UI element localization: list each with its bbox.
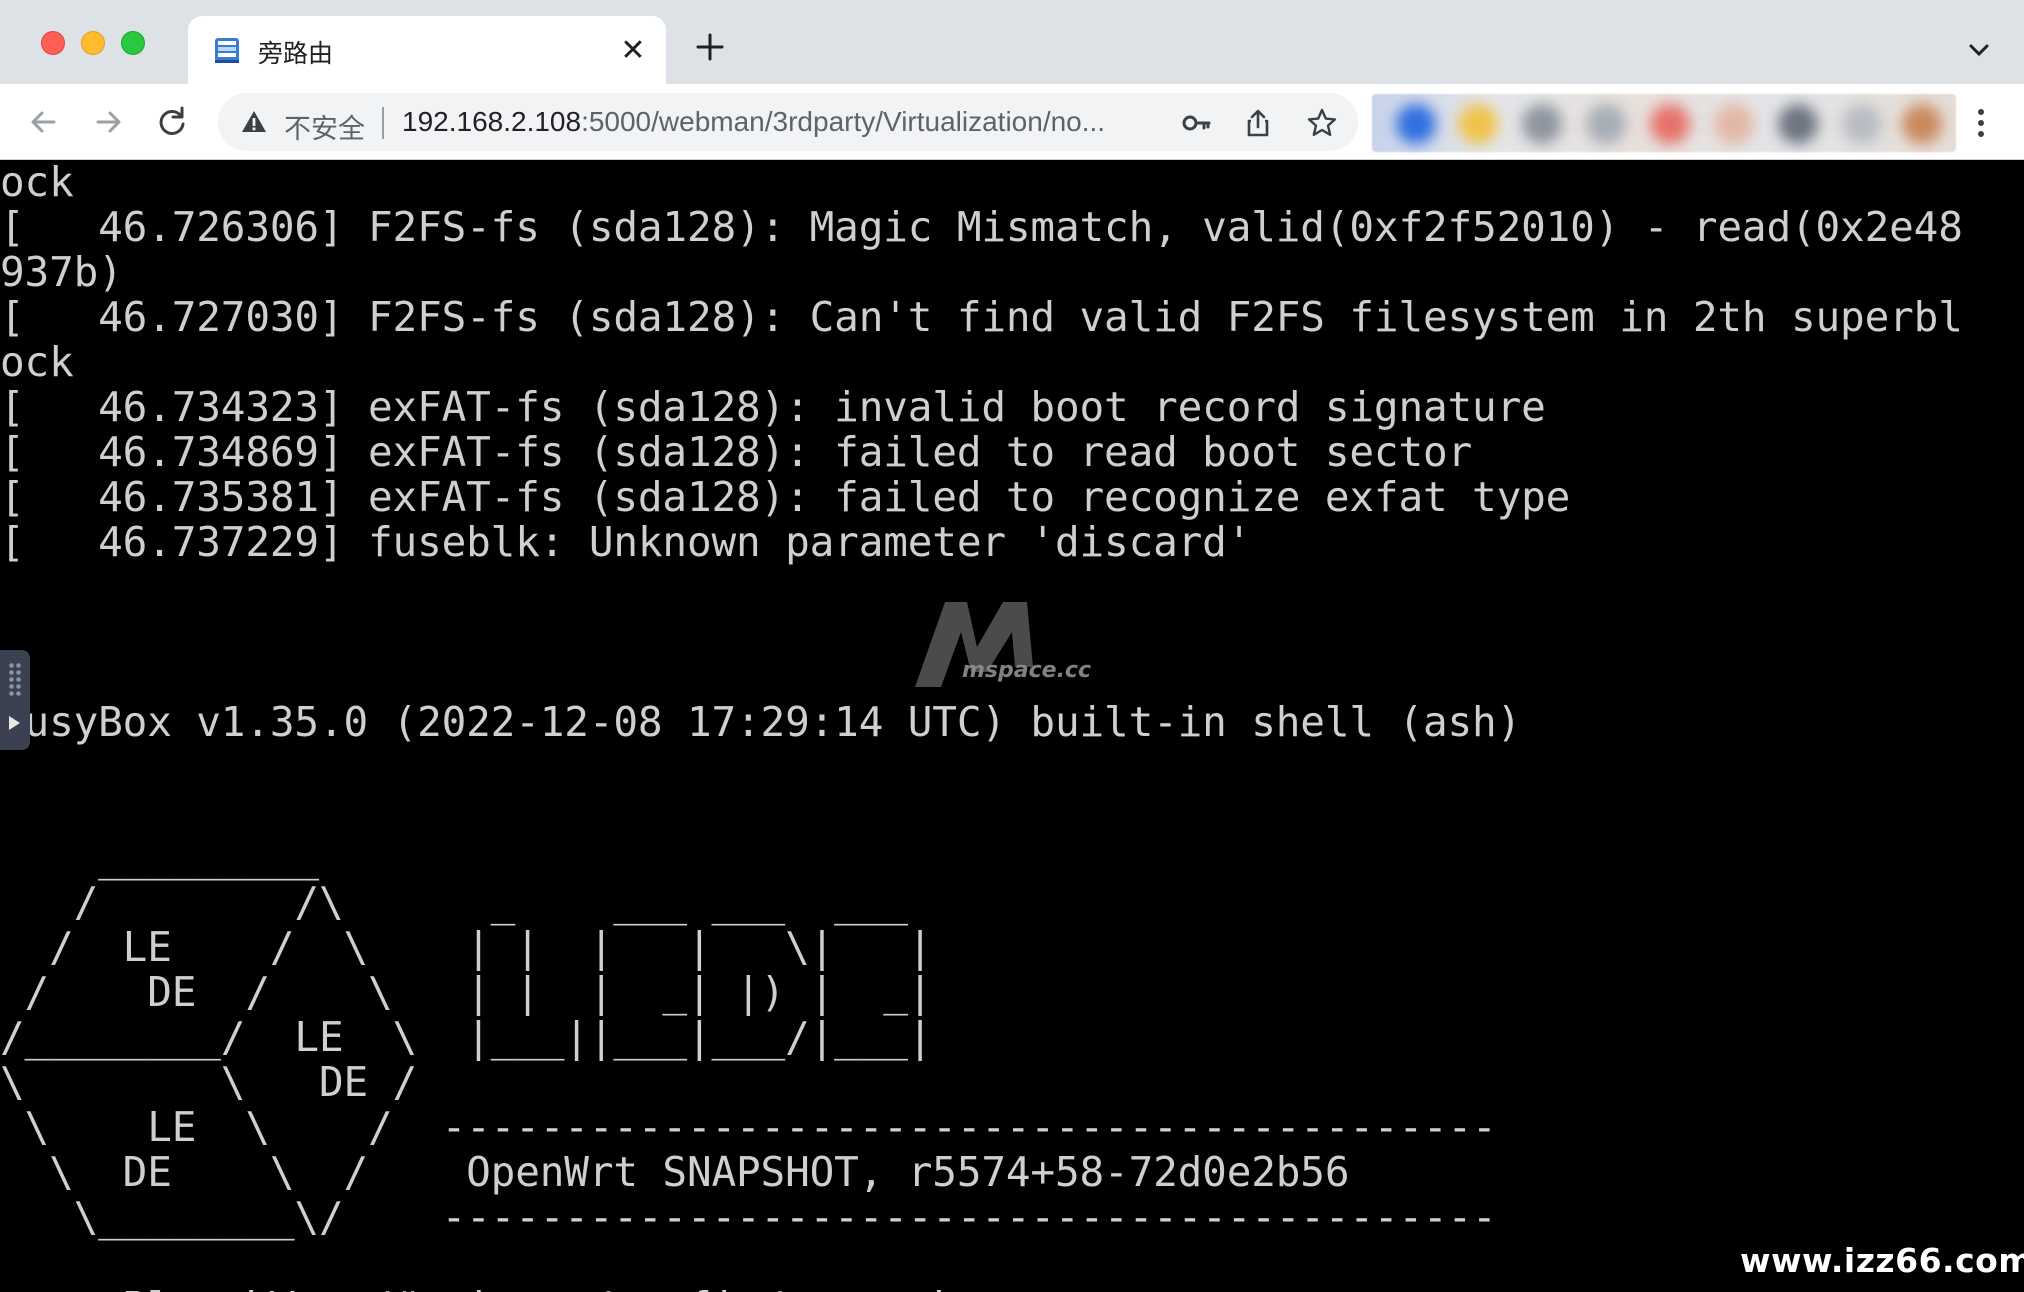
extension-icon[interactable] xyxy=(1522,104,1562,144)
extension-icon[interactable] xyxy=(1902,104,1942,144)
browser-toolbar: 不安全 192.168.2.108:5000/webman/3rdparty/V… xyxy=(0,84,2024,160)
terminal-line: BusyBox v1.35.0 (2022-12-08 17:29:14 UTC… xyxy=(0,698,1522,746)
terminal-line: [ 46.726306] F2FS-fs (sda128): Magic Mis… xyxy=(0,203,1963,251)
window-maximize-button[interactable] xyxy=(121,31,145,55)
console-control-bar-handle[interactable] xyxy=(0,650,30,750)
window-close-button[interactable] xyxy=(41,31,65,55)
security-status-label[interactable]: 不安全 xyxy=(284,107,365,146)
terminal-command: root@BleachWrt:/# vi etc/config/network xyxy=(0,1283,957,1292)
watermark-site-text: www.izz66.com xyxy=(1740,1241,2024,1280)
key-icon[interactable] xyxy=(1180,107,1212,139)
share-icon[interactable] xyxy=(1242,107,1274,139)
synology-dsm-icon xyxy=(215,38,239,63)
window-minimize-button[interactable] xyxy=(81,31,105,55)
terminal-line: [ 46.737229] fuseblk: Unknown parameter … xyxy=(0,518,1252,566)
terminal-prompt-line[interactable]: root@BleachWrt:/# vi etc/config/network xyxy=(0,1285,1963,1292)
forward-button[interactable] xyxy=(88,102,128,142)
terminal-line: 937b) xyxy=(0,248,123,296)
address-bar[interactable]: 不安全 192.168.2.108:5000/webman/3rdparty/V… xyxy=(218,93,1358,151)
terminal-line: /________/ LE \ |___||___|___/|___| xyxy=(0,1013,933,1061)
terminal-line: / /\ _ ___ ___ ___ xyxy=(0,878,908,926)
plus-icon[interactable] xyxy=(693,30,727,64)
terminal-line: ock xyxy=(0,338,74,386)
terminal-line: \ LE \ / -------------------------------… xyxy=(0,1103,1497,1151)
browser-titlebar: 旁路由 ✕ xyxy=(0,0,2024,84)
vm-console-terminal[interactable]: ock[ 46.726306] F2FS-fs (sda128): Magic … xyxy=(0,160,2024,1292)
extension-icon[interactable] xyxy=(1778,104,1818,144)
extensions-area xyxy=(1372,94,1956,152)
drag-handle-icon xyxy=(8,662,22,698)
omnibox-divider xyxy=(382,107,384,139)
terminal-line: [ 46.734323] exFAT-fs (sda128): invalid … xyxy=(0,383,1546,431)
star-icon[interactable] xyxy=(1306,107,1338,139)
play-arrow-icon xyxy=(9,716,20,730)
extension-icon[interactable] xyxy=(1586,104,1626,144)
url-host: 192.168.2.108 xyxy=(402,106,582,137)
url-path: :5000/webman/3rdparty/Virtualization/no.… xyxy=(581,106,1106,137)
warning-icon xyxy=(242,111,266,132)
terminal-output: ock[ 46.726306] F2FS-fs (sda128): Magic … xyxy=(0,160,1963,1292)
back-button[interactable] xyxy=(24,102,64,142)
terminal-line: \ DE \ / OpenWrt SNAPSHOT, r5574+58-72d0… xyxy=(0,1148,1350,1196)
arrow-right-icon xyxy=(96,111,121,133)
extension-icon[interactable] xyxy=(1714,104,1754,144)
terminal-line: [ 46.727030] F2FS-fs (sda128): Can't fin… xyxy=(0,293,1963,341)
url-text[interactable]: 192.168.2.108:5000/webman/3rdparty/Virtu… xyxy=(402,106,1172,138)
arrow-left-icon xyxy=(31,111,56,133)
reload-icon xyxy=(159,106,185,135)
close-icon[interactable]: ✕ xyxy=(618,36,648,66)
terminal-line: / DE / \ | | | _| |) | _| xyxy=(0,968,933,1016)
terminal-line: ock xyxy=(0,160,74,206)
three-dots-vertical-icon[interactable] xyxy=(1966,106,1996,140)
terminal-line: [ 46.734869] exFAT-fs (sda128): failed t… xyxy=(0,428,1473,476)
terminal-line: \ \ DE / xyxy=(0,1058,418,1106)
watermark-logo-text: mspace.cc xyxy=(962,658,1092,683)
extension-icon[interactable] xyxy=(1842,104,1882,144)
browser-tab-active[interactable]: 旁路由 ✕ xyxy=(188,16,666,84)
terminal-line: / LE / \ | | | | \| | xyxy=(0,923,933,971)
extension-icon[interactable] xyxy=(1396,104,1436,144)
terminal-line: [ 46.735381] exFAT-fs (sda128): failed t… xyxy=(0,473,1571,521)
terminal-line: _________ xyxy=(0,833,319,881)
extension-icon[interactable] xyxy=(1650,104,1690,144)
extension-icon[interactable] xyxy=(1458,104,1498,144)
reload-button[interactable] xyxy=(152,102,192,142)
chevron-down-icon[interactable] xyxy=(1965,36,1993,64)
terminal-line: \________\/ ----------------------------… xyxy=(0,1193,1497,1241)
tab-title: 旁路由 xyxy=(258,39,334,68)
mspace-watermark-logo xyxy=(915,602,1033,687)
